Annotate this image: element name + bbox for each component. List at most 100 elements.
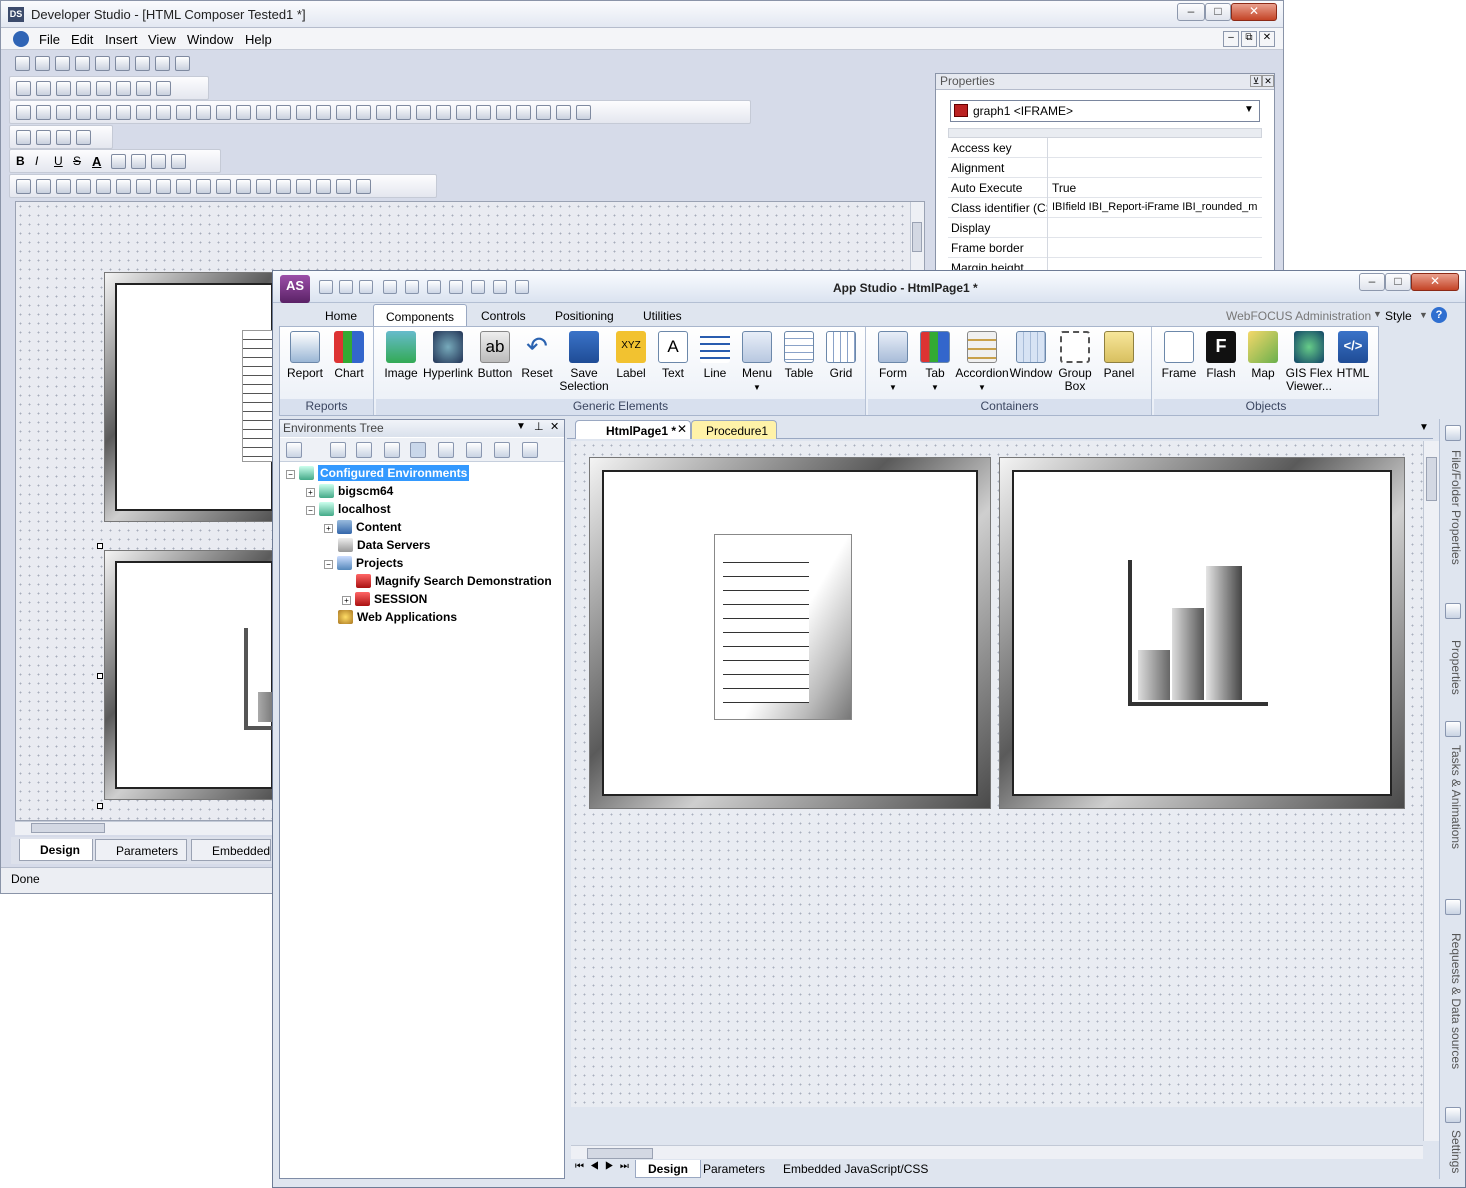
properties-object-select[interactable]: graph1 <IFRAME>	[950, 100, 1260, 122]
align-rights-icon[interactable]	[96, 178, 111, 194]
radio-component-icon[interactable]	[296, 104, 311, 120]
group-icon[interactable]	[336, 178, 351, 194]
tree-node-configured-environments[interactable]: − Configured Environments	[286, 464, 470, 482]
procedure-icon[interactable]	[466, 442, 482, 458]
chart-iframe[interactable]	[999, 457, 1405, 809]
ds-tab-parameters[interactable]: Parameters	[95, 839, 187, 861]
tree-node-content[interactable]: + Content	[324, 518, 401, 536]
ds-tab-design[interactable]: Design	[19, 839, 93, 861]
report-icon[interactable]	[115, 55, 130, 71]
database-icon[interactable]	[175, 55, 190, 71]
close-button[interactable]: ✕	[1411, 273, 1459, 291]
menu-button[interactable]: Menu ▼	[734, 331, 780, 394]
save-selection-button[interactable]: Save Selection	[558, 331, 610, 393]
properties-pin-icon[interactable]: ⊻	[1250, 75, 1262, 87]
design-canvas[interactable]	[571, 441, 1423, 1107]
chevron-down-icon[interactable]: ▼	[1419, 310, 1428, 320]
minimize-button[interactable]: –	[1177, 3, 1205, 21]
side-tab-properties[interactable]: Properties	[1443, 601, 1463, 711]
button-button[interactable]: ab Button	[472, 331, 518, 380]
html-button[interactable]: </> HTML	[1330, 331, 1376, 380]
network-icon[interactable]	[384, 442, 400, 458]
italic-icon[interactable]: I	[35, 154, 49, 168]
redo-icon[interactable]	[427, 280, 441, 294]
center-horizontal-icon[interactable]	[176, 178, 191, 194]
ungroup-icon[interactable]	[356, 178, 371, 194]
reset-button[interactable]: ↶ Reset	[514, 331, 560, 380]
terminal-icon[interactable]	[155, 55, 170, 71]
copy-icon[interactable]	[330, 442, 346, 458]
ribbon-tab-positioning[interactable]: Positioning	[543, 307, 626, 327]
master-icon[interactable]	[494, 442, 510, 458]
split-icon[interactable]	[56, 129, 71, 145]
send-back-icon[interactable]	[316, 178, 331, 194]
bring-front-icon[interactable]	[296, 178, 311, 194]
form-button[interactable]: Form ▼	[870, 331, 916, 394]
form-component-icon[interactable]	[356, 104, 371, 120]
tab-component-icon[interactable]	[476, 104, 491, 120]
magnify-icon[interactable]	[438, 442, 454, 458]
flash-button[interactable]: F Flash	[1198, 331, 1244, 380]
doc-tab-procedure1[interactable]: Procedure1	[691, 420, 777, 439]
grid-component-icon[interactable]	[396, 104, 411, 120]
ribbon-tab-controls[interactable]: Controls	[469, 307, 538, 327]
canvas-vertical-scrollbar[interactable]	[1423, 441, 1439, 1141]
line-component-icon[interactable]	[136, 104, 151, 120]
selection-handle[interactable]	[97, 673, 103, 679]
chart-button[interactable]: Chart	[326, 331, 372, 380]
label-component-icon[interactable]	[156, 104, 171, 120]
close-button[interactable]: ✕	[1231, 3, 1277, 21]
globe-component-icon[interactable]	[536, 104, 551, 120]
font-color-icon[interactable]: A	[92, 154, 106, 169]
mdi-restore-button[interactable]: ⧉	[1241, 31, 1257, 47]
html-filter-icon[interactable]	[410, 442, 426, 458]
maximize-button[interactable]: □	[1385, 273, 1411, 291]
prop-row-frame-border[interactable]: Frame border	[948, 238, 1262, 258]
save-icon[interactable]	[359, 280, 373, 294]
library-icon[interactable]	[522, 442, 538, 458]
cut-icon[interactable]	[36, 80, 51, 96]
prop-value[interactable]: IBIfield IBI_Report-iFrame IBI_rounded_m	[1052, 201, 1258, 213]
chevron-down-icon[interactable]: ▼	[1373, 309, 1382, 319]
tab-parameters[interactable]: Parameters	[691, 1160, 777, 1178]
image-component-icon[interactable]	[96, 104, 111, 120]
open-icon[interactable]	[35, 55, 50, 71]
paste-icon[interactable]	[493, 280, 507, 294]
save-icon[interactable]	[16, 80, 31, 96]
window-component-icon[interactable]	[456, 104, 471, 120]
close-icon[interactable]: ✕	[550, 420, 559, 433]
tree-node-magnify-search-demonstration[interactable]: Magnify Search Demonstration	[356, 572, 552, 590]
space-across-icon[interactable]	[256, 178, 271, 194]
text-button[interactable]: A Text	[650, 331, 696, 380]
grid-icon[interactable]	[16, 178, 31, 194]
same-height-icon[interactable]	[216, 178, 231, 194]
prop-value[interactable]: True	[1052, 181, 1258, 195]
bold-icon[interactable]: B	[16, 154, 30, 168]
menu-help[interactable]: Help	[245, 32, 272, 47]
app-studio-logo[interactable]: AS	[280, 275, 310, 303]
deploy-icon[interactable]	[95, 55, 110, 71]
folder-component-icon[interactable]	[516, 104, 531, 120]
label-button[interactable]: XYZ Label	[608, 331, 654, 380]
run-icon[interactable]	[75, 55, 90, 71]
align-left-icon[interactable]	[111, 153, 126, 169]
align-bottoms-icon[interactable]	[136, 178, 151, 194]
report-iframe[interactable]	[589, 457, 991, 809]
menu-insert[interactable]: Insert	[105, 32, 138, 47]
prop-row-class-identifier[interactable]: Class identifier (CSS) IBIfield IBI_Repor…	[948, 198, 1262, 218]
tab-navigation-arrows[interactable]: ⏮◀▶⏭	[575, 1161, 635, 1172]
accordion-component-icon[interactable]	[496, 104, 511, 120]
align-center-icon[interactable]	[131, 153, 146, 169]
map-button[interactable]: Map	[1240, 331, 1286, 380]
copy-icon[interactable]	[56, 80, 71, 96]
table-button[interactable]: Table	[776, 331, 822, 380]
list-icon[interactable]	[356, 442, 372, 458]
grid-dots-icon[interactable]	[76, 129, 91, 145]
window-button[interactable]: Window	[1008, 331, 1054, 380]
webfocus-administration-menu[interactable]: WebFOCUS Administration	[1226, 309, 1371, 323]
panel-component-icon[interactable]	[436, 104, 451, 120]
prop-row-display[interactable]: Display	[948, 218, 1262, 238]
align-tops-icon[interactable]	[116, 178, 131, 194]
mdi-close-button[interactable]: ✕	[1259, 31, 1275, 47]
open-icon[interactable]	[339, 280, 353, 294]
